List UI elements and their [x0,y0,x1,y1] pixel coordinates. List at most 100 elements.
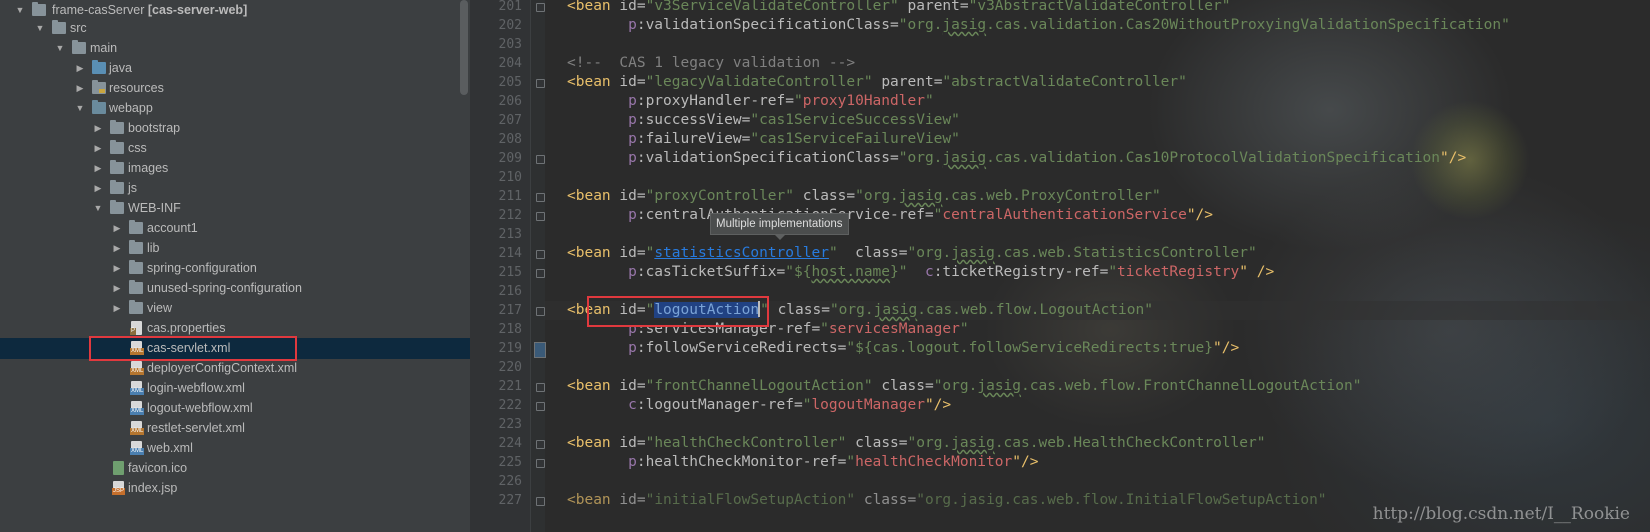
statistics-controller-link[interactable]: statisticsController [654,245,829,261]
folder-icon [129,240,143,254]
tree-item-account1[interactable]: ▶ account1 [0,218,470,239]
tree-item-main[interactable]: ▼ main [0,38,470,59]
code-line-206: p:proxyHandler-ref="proxy10Handler" [628,93,934,109]
code-line-207: p:successView="cas1ServiceSuccessView" [628,112,960,128]
tree-item-unused-spring-configuration[interactable]: ▶ unused-spring-configuration [0,278,470,299]
tree-item-label: spring-configuration [147,261,257,275]
expanded-arrow-icon[interactable]: ▼ [74,98,86,119]
collapsed-arrow-icon[interactable]: ▶ [111,298,123,319]
folder-icon [110,140,124,154]
collapsed-arrow-icon[interactable]: ▶ [111,238,123,259]
tree-item-webapp[interactable]: ▼ webapp [0,98,470,119]
web-folder-icon [92,100,106,114]
tree-item-label: java [109,61,132,75]
tree-item-css[interactable]: ▶ css [0,138,470,159]
folder-icon [129,260,143,274]
code-line-221: <bean id="frontChannelLogoutAction" clas… [567,378,1362,394]
collapsed-arrow-icon[interactable]: ▶ [92,138,104,159]
folder-icon [52,20,66,34]
fold-marker-icon[interactable] [536,402,545,411]
line-number: 219 [498,341,522,356]
tree-item-resources[interactable]: ▶ resources [0,78,470,99]
fold-marker-icon[interactable] [536,307,545,316]
fold-marker-icon[interactable] [536,383,545,392]
multiple-implementations-tooltip: Multiple implementations [710,213,849,240]
tree-item-deployerconfigcontext-xml[interactable]: XML deployerConfigContext.xml [0,358,470,379]
folder-icon [72,40,86,54]
fold-marker-icon[interactable] [536,440,545,449]
tree-item-favicon-ico[interactable]: favicon.ico [0,458,470,479]
line-number: 216 [498,284,522,299]
expanded-arrow-icon[interactable]: ▼ [54,38,66,59]
line-number: 214 [498,246,522,261]
fold-marker-icon[interactable] [536,155,545,164]
tree-item-restlet-servlet-xml[interactable]: XML restlet-servlet.xml [0,418,470,439]
code-line-205: <bean id="legacyValidateController" pare… [567,74,1187,90]
tree-item-lib[interactable]: ▶ lib [0,238,470,259]
fold-marker-icon[interactable] [536,250,545,259]
tree-item-bootstrap[interactable]: ▶ bootstrap [0,118,470,139]
tree-item-java[interactable]: ▶ java [0,58,470,79]
tree-item-label: src [70,21,87,35]
fold-marker-icon[interactable] [536,497,545,506]
tree-item-images[interactable]: ▶ images [0,158,470,179]
resources-folder-icon [92,80,106,94]
tree-item-web-inf[interactable]: ▼ WEB-INF [0,198,470,219]
folder-icon [110,180,124,194]
tree-item-label: view [147,301,173,315]
line-number: 225 [498,455,522,470]
code-line-212: p:centralAuthenticationService-ref="cent… [628,207,1214,223]
highlight-box-code [587,296,769,327]
tree-item-label: images [128,161,169,175]
line-number: 220 [498,360,522,375]
collapsed-arrow-icon[interactable]: ▶ [92,178,104,199]
line-number: 209 [498,151,522,166]
tree-item-js[interactable]: ▶ js [0,178,470,199]
tree-item-login-webflow-xml[interactable]: XML login-webflow.xml [0,378,470,399]
ide-window: ▼ frame-casServer [cas-server-web] ▼ src… [0,0,1650,532]
line-number: 224 [498,436,522,451]
collapsed-arrow-icon[interactable]: ▶ [74,78,86,99]
collapsed-arrow-icon[interactable]: ▶ [111,278,123,299]
code-line-215: p:casTicketSuffix="${host.name}" c:ticke… [628,264,1275,280]
line-number: 221 [498,379,522,394]
tree-item-logout-webflow-xml[interactable]: XML logout-webflow.xml [0,398,470,419]
code-editor[interactable]: 201 202 203 204 205 206 207 208 209 210 … [470,0,1650,532]
line-number: 218 [498,322,522,337]
tree-item-label: logout-webflow.xml [147,401,253,415]
fold-marker-icon[interactable] [536,3,545,12]
tree-item-spring-configuration[interactable]: ▶ spring-configuration [0,258,470,279]
expanded-arrow-icon[interactable]: ▼ [34,18,46,39]
tree-item-label: lib [147,241,160,255]
web-xml-icon: XML [130,441,145,455]
fold-gutter [530,0,545,532]
tree-item-src[interactable]: ▼ src [0,18,470,39]
tree-item-view[interactable]: ▶ view [0,298,470,319]
tree-item-label: bootstrap [128,121,181,135]
implementation-gutter-icon[interactable] [534,342,546,358]
image-file-icon [113,461,124,475]
fold-marker-icon[interactable] [536,193,545,202]
tree-item-label: account1 [147,221,198,235]
collapsed-arrow-icon[interactable]: ▶ [111,258,123,279]
fold-marker-icon[interactable] [536,269,545,278]
source-folder-icon [92,60,106,74]
expanded-arrow-icon[interactable]: ▼ [92,198,104,219]
code-line-222: c:logoutManager-ref="logoutManager"/> [628,397,952,413]
collapsed-arrow-icon[interactable]: ▶ [74,58,86,79]
code-line-214: <bean id="statisticsController" class="o… [567,245,1257,261]
collapsed-arrow-icon[interactable]: ▶ [92,118,104,139]
highlight-box-file [89,336,297,361]
fold-marker-icon[interactable] [536,212,545,221]
fold-marker-icon[interactable] [536,459,545,468]
code-line-201: <bean id="v3ServiceValidateController" p… [567,0,1231,14]
line-number: 201 [498,0,522,14]
fold-marker-icon[interactable] [536,79,545,88]
tree-item-index-jsp[interactable]: JSP index.jsp [0,478,470,499]
folder-icon [129,220,143,234]
collapsed-arrow-icon[interactable]: ▶ [111,218,123,239]
tree-item-web-xml[interactable]: XML web.xml [0,438,470,459]
tree-item-label: unused-spring-configuration [147,281,302,295]
webflow-xml-icon: XML [130,381,145,395]
collapsed-arrow-icon[interactable]: ▶ [92,158,104,179]
